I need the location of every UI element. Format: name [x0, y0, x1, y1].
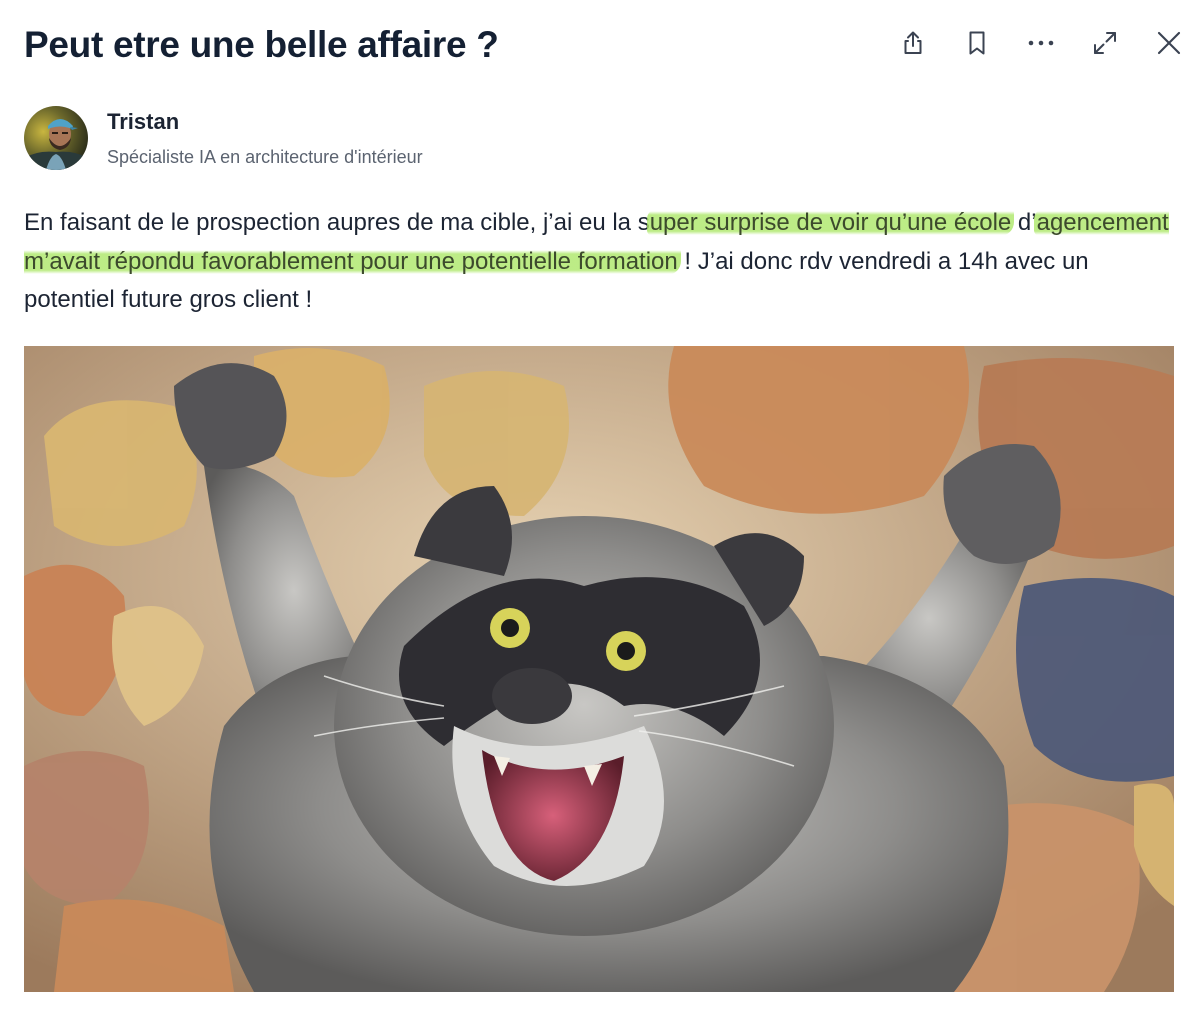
body-text-1: En faisant de le prospection aupres de m…: [24, 209, 650, 236]
highlighted-text-1: uper surprise de voir qu’une école: [646, 209, 1015, 236]
post-toolbar: [870, 22, 1190, 64]
post-body: En faisant de le prospection aupres de m…: [24, 204, 1174, 320]
close-button[interactable]: [1148, 22, 1190, 64]
expand-button[interactable]: [1084, 22, 1126, 64]
more-options-button[interactable]: [1020, 22, 1062, 64]
author-meta: Tristan Spécialiste IA en architecture d…: [107, 106, 423, 170]
post-title: Peut etre une belle affaire ?: [24, 24, 499, 65]
more-horizontal-icon: [1026, 29, 1056, 57]
author-block: Tristan Spécialiste IA en architecture d…: [24, 106, 423, 170]
bookmark-icon: [963, 29, 991, 57]
author-name[interactable]: Tristan: [107, 107, 423, 137]
body-text-2: d’: [1011, 209, 1037, 236]
share-icon: [899, 29, 927, 57]
author-role: Spécialiste IA en architecture d'intérie…: [107, 147, 423, 167]
author-avatar[interactable]: [24, 106, 88, 170]
post-image[interactable]: [24, 346, 1174, 992]
person-avatar: [24, 106, 88, 170]
expand-icon: [1091, 29, 1119, 57]
close-icon: [1155, 29, 1183, 57]
raccoon-illustration: [24, 346, 1174, 992]
post-panel: Peut etre une belle affaire ? Tristan Sp…: [0, 0, 1200, 1009]
share-button[interactable]: [892, 22, 934, 64]
bookmark-button[interactable]: [956, 22, 998, 64]
